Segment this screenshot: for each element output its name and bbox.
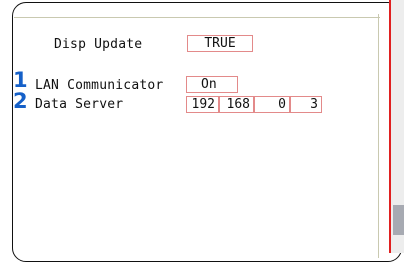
scrollbar-thumb[interactable] — [393, 205, 404, 235]
ip-octet-4-value: 3 — [310, 97, 318, 112]
disp-update-value: TRUE — [204, 36, 236, 51]
ip-octet-2-value: 168 — [226, 97, 250, 112]
disp-update-field[interactable]: TRUE — [187, 35, 253, 52]
ip-octet-3-value: 0 — [278, 97, 286, 112]
ip-octet-1-value: 192 — [191, 97, 215, 112]
panel-right-divider — [378, 14, 379, 258]
lan-communicator-field[interactable]: On — [186, 76, 238, 93]
marker-1: 1 — [13, 68, 28, 92]
data-server-ip-octet-2[interactable]: 168 — [219, 96, 254, 113]
lan-communicator-label: LAN Communicator — [35, 78, 164, 93]
disp-update-label: Disp Update — [54, 37, 143, 52]
marker-2: 2 — [13, 89, 28, 113]
data-server-ip-octet-4[interactable]: 3 — [290, 96, 322, 113]
data-server-label: Data Server — [35, 97, 124, 112]
panel-top-divider — [14, 17, 380, 18]
data-server-ip-octet-3[interactable]: 0 — [254, 96, 290, 113]
lan-communicator-value: On — [201, 77, 217, 92]
data-server-ip-octet-1[interactable]: 192 — [186, 96, 219, 113]
